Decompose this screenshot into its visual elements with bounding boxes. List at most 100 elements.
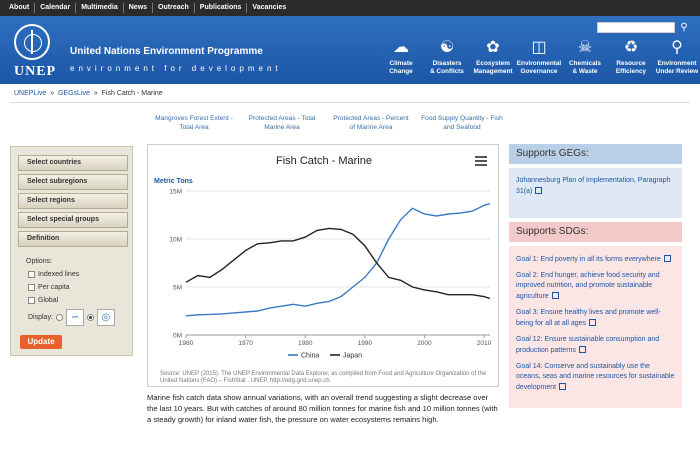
nav-about-link[interactable]: About: [4, 3, 36, 13]
x-tick-label: 1960: [179, 340, 194, 347]
search-icon[interactable]: ⚲: [677, 21, 691, 34]
chart-source: Source: UNEP (2015). The UNEP Environmen…: [160, 371, 487, 384]
theme-chemicals[interactable]: ☠ Chemicals & Waste: [562, 38, 608, 76]
breadcrumb-current: Fish Catch - Marine: [101, 90, 163, 97]
breadcrumb-uneplive-link[interactable]: UNEPLive: [14, 90, 46, 97]
y-axis-label: Metric Tons: [154, 178, 193, 185]
top-nav: About Calendar Multimedia News Outreach …: [0, 0, 700, 16]
sdg-link-text: Goal 2: End hunger, achieve food securit…: [516, 272, 660, 300]
review-icon: ⚲: [671, 39, 683, 56]
sdg-link-text: Goal 1: End poverty in all its forms eve…: [516, 256, 661, 263]
search-input[interactable]: [597, 22, 675, 33]
display-label: Display:: [28, 314, 53, 321]
x-tick-label: 1980: [298, 340, 313, 347]
theme-label: Change: [389, 68, 413, 75]
external-link-icon: [551, 292, 559, 299]
breadcrumb-separator: »: [48, 90, 57, 97]
option-label: Indexed lines: [38, 271, 80, 278]
related-protected-total-link[interactable]: Protected Areas - Total Marine Area: [240, 114, 324, 132]
select-special-groups-button[interactable]: Select special groups: [18, 212, 128, 228]
related-food-supply-link[interactable]: Food Supply Quantity - Fish and Seafood: [414, 114, 510, 132]
external-link-icon: [578, 346, 586, 353]
select-subregions-button[interactable]: Select subregions: [18, 174, 128, 190]
y-tick-label: 15M: [169, 189, 182, 196]
definition-button[interactable]: Definition: [18, 231, 128, 247]
gegs-title: Supports GEGs:: [509, 144, 682, 164]
global-checkbox[interactable]: [28, 297, 35, 304]
indexed-lines-option[interactable]: Indexed lines: [28, 271, 79, 278]
sdg-link-text: Goal 12: Ensure sustainable consumption …: [516, 336, 660, 354]
theme-label: Efficiency: [615, 68, 647, 75]
nav-news-link[interactable]: News: [124, 3, 154, 13]
nav-publications-link[interactable]: Publications: [195, 3, 248, 13]
related-protected-percent-link[interactable]: Protected Areas - Percent of Marine Area: [326, 114, 416, 132]
nav-multimedia-link[interactable]: Multimedia: [76, 3, 124, 13]
y-tick-label: 5M: [173, 285, 182, 292]
un-emblem-icon[interactable]: [14, 24, 50, 60]
nav-calendar-link[interactable]: Calendar: [35, 3, 77, 13]
related-line: Protected Areas - Percent: [333, 115, 409, 122]
line-chart-icon[interactable]: ∽: [65, 309, 84, 326]
chart-menu-icon[interactable]: [475, 156, 487, 166]
nav-vacancies-link[interactable]: Vacancies: [247, 3, 291, 13]
sdg-link-text: Goal 14: Conserve and sustainably use th…: [516, 363, 675, 391]
globe-icon[interactable]: ◎: [96, 309, 115, 326]
sdg-link-12[interactable]: Goal 12: Ensure sustainable consumption …: [516, 335, 675, 356]
select-countries-button[interactable]: Select countries: [18, 155, 128, 171]
sdg-link-14[interactable]: Goal 14: Conserve and sustainably use th…: [516, 362, 675, 393]
related-line: Total Area: [179, 124, 209, 131]
description-text: Marine fish catch data show annual varia…: [147, 393, 498, 424]
gegs-box: Johannesburg Plan of Implementation, Par…: [509, 168, 682, 218]
external-link-icon: [663, 255, 671, 262]
governance-icon: ◫: [531, 39, 547, 56]
theme-label: Governance: [520, 68, 558, 75]
theme-climate-change[interactable]: ☁ Climate Change: [378, 38, 424, 76]
breadcrumb-separator: »: [91, 90, 100, 97]
update-button[interactable]: Update: [20, 335, 62, 349]
theme-label: Under Review: [655, 68, 699, 75]
per-capita-checkbox[interactable]: [28, 284, 35, 291]
theme-label: Chemicals: [569, 60, 601, 67]
logo-text[interactable]: UNEP: [14, 64, 56, 80]
sdg-link-2[interactable]: Goal 2: End hunger, achieve food securit…: [516, 271, 675, 302]
display-chart-radio[interactable]: [55, 314, 63, 321]
external-link-icon: [559, 383, 567, 390]
ecosystem-icon: ✿: [486, 39, 500, 56]
per-capita-option[interactable]: Per capita: [28, 284, 70, 291]
related-line: Mangroves Forest Extent -: [155, 115, 233, 122]
nav-outreach-link[interactable]: Outreach: [153, 3, 195, 13]
global-option[interactable]: Global: [28, 297, 58, 304]
sdgs-title: Supports SDGs:: [509, 222, 682, 242]
geg-link[interactable]: Johannesburg Plan of Implementation, Par…: [516, 176, 675, 197]
series-line-china: [185, 202, 491, 317]
sdgs-box: Goal 1: End poverty in all its forms eve…: [509, 246, 682, 408]
theme-label: Management: [473, 68, 513, 75]
x-tick-label: 1990: [358, 340, 373, 347]
theme-label: Environment: [657, 60, 697, 67]
theme-disasters[interactable]: ☯ Disasters & Conflicts: [424, 38, 470, 76]
select-regions-button[interactable]: Select regions: [18, 193, 128, 209]
org-name: United Nations Environment Programme: [70, 46, 263, 57]
option-label: Global: [38, 297, 59, 304]
related-line: Protected Areas - Total: [248, 115, 316, 122]
theme-governance[interactable]: ◫ Environmental Governance: [516, 38, 562, 76]
theme-label: Ecosystem: [476, 60, 510, 67]
theme-review[interactable]: ⚲ Environment Under Review: [654, 38, 700, 76]
theme-resource[interactable]: ♻ Resource Efficiency: [608, 38, 654, 76]
indexed-lines-checkbox[interactable]: [28, 271, 35, 278]
related-line: Food Supply Quantity - Fish: [421, 115, 503, 122]
disasters-icon: ☯: [439, 39, 455, 56]
display-map-radio[interactable]: [86, 314, 94, 321]
sdg-link-3[interactable]: Goal 3: Ensure healthy lives and promote…: [516, 308, 675, 329]
breadcrumb-gegslive-link[interactable]: GEGsLive: [58, 90, 90, 97]
climate-icon: ☁: [393, 39, 409, 56]
legend-label-china: China: [301, 353, 319, 360]
y-tick-label: 10M: [169, 237, 182, 244]
theme-ecosystem[interactable]: ✿ Ecosystem Management: [470, 38, 516, 76]
sdg-link-1[interactable]: Goal 1: End poverty in all its forms eve…: [516, 254, 675, 265]
x-tick-label: 2010: [477, 340, 492, 347]
related-mangroves-link[interactable]: Mangroves Forest Extent - Total Area: [148, 114, 240, 132]
theme-nav: ☁ Climate Change ☯ Disasters & Conflicts…: [378, 38, 700, 76]
related-line: Marine Area: [264, 124, 300, 131]
org-tagline: environment for development: [70, 64, 282, 73]
